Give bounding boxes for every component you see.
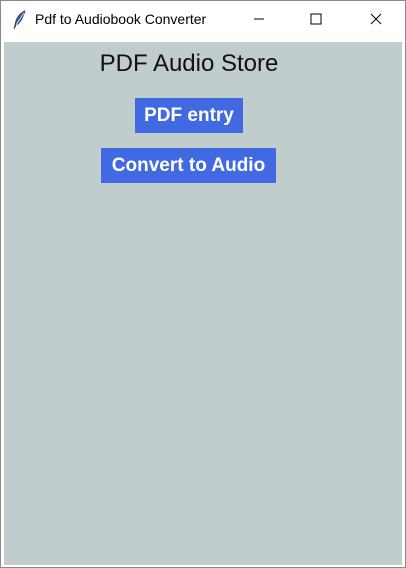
pdf-entry-button[interactable]: PDF entry <box>135 98 243 133</box>
minimize-button[interactable] <box>236 1 282 40</box>
maximize-button[interactable] <box>293 1 339 40</box>
convert-to-audio-button[interactable]: Convert to Audio <box>101 148 276 183</box>
feather-icon <box>13 10 27 30</box>
page-title: PDF Audio Store <box>99 50 279 77</box>
window-title: Pdf to Audiobook Converter <box>35 11 207 27</box>
title-bar[interactable]: Pdf to Audiobook Converter <box>1 1 405 40</box>
minimize-icon <box>253 12 265 30</box>
app-window: Pdf to Audiobook Converter PDF Audio Sto… <box>0 0 406 568</box>
maximize-icon <box>310 12 322 30</box>
close-icon <box>370 12 382 30</box>
close-button[interactable] <box>353 1 399 40</box>
main-panel: PDF Audio Store PDF entry Convert to Aud… <box>4 42 402 565</box>
